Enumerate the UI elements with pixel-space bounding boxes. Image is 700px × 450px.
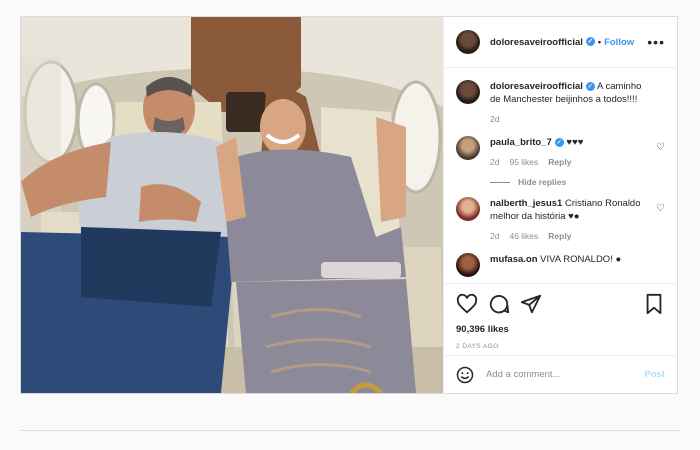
comment-avatar[interactable] — [456, 136, 480, 160]
comment-username[interactable]: mufasa.on — [490, 254, 538, 265]
post-photo[interactable] — [21, 17, 443, 393]
photo-cabin-scene — [21, 17, 443, 393]
post-timestamp[interactable]: 2 DAYS AGO — [456, 343, 665, 350]
post-comment-button[interactable]: Post — [644, 369, 665, 380]
share-paper-plane-icon[interactable] — [520, 293, 542, 315]
comment-age[interactable]: 2d — [490, 157, 499, 167]
comment-username[interactable]: paula_brito_7 — [490, 137, 552, 148]
comment-text: VIVA RONALDO! ● — [540, 254, 622, 265]
like-heart-icon[interactable] — [456, 293, 478, 315]
comment-text: ♥♥♥ — [566, 137, 584, 148]
add-comment-bar: Post — [444, 355, 677, 393]
action-icons — [456, 292, 665, 316]
reply-button[interactable]: Reply — [548, 157, 571, 167]
comment-meta: 2d 95 likes Reply — [490, 156, 650, 169]
caption-body: doloresaveiroofficial ✓ A caminho de Manc… — [490, 80, 650, 126]
separator-dot: • — [597, 36, 602, 47]
comment-item: nalberth_jesus1 Cristiano Ronaldo melhor… — [456, 197, 665, 243]
comment-body: mufasa.on VIVA RONALDO! ● — [490, 253, 650, 277]
author-avatar[interactable] — [456, 30, 480, 54]
comment-bubble-icon[interactable] — [488, 293, 510, 315]
verified-badge-icon: ✓ — [585, 81, 595, 91]
caption-username[interactable]: doloresaveiroofficial — [490, 81, 583, 92]
more-options-icon[interactable]: ••• — [647, 34, 665, 50]
comment-meta: 2d 46 likes Reply — [490, 230, 650, 243]
verified-badge-icon: ✓ — [585, 37, 595, 47]
reply-button[interactable]: Reply — [548, 231, 571, 241]
comment-avatar[interactable] — [456, 253, 480, 277]
comment-likes[interactable]: 95 likes — [509, 157, 538, 167]
author-username[interactable]: doloresaveiroofficial ✓ • Follow — [490, 37, 634, 48]
caption-avatar[interactable] — [456, 80, 480, 104]
comments-list[interactable]: doloresaveiroofficial ✓ A caminho de Manc… — [444, 68, 677, 283]
post-card: doloresaveiroofficial ✓ • Follow ••• dolore… — [20, 16, 678, 394]
comment-like-heart-icon[interactable]: ♡ — [656, 142, 665, 153]
post-side-panel: doloresaveiroofficial ✓ • Follow ••• dolore… — [443, 17, 677, 393]
author-username-text[interactable]: doloresaveiroofficial — [490, 37, 583, 48]
emoji-smiley-icon[interactable] — [456, 366, 474, 384]
comment-like-heart-icon[interactable]: ♡ — [656, 203, 665, 214]
comment-age[interactable]: 2d — [490, 231, 499, 241]
comment-likes[interactable]: 46 likes — [509, 231, 538, 241]
verified-badge-icon: ✓ — [554, 137, 564, 147]
comment-username[interactable]: nalberth_jesus1 — [490, 198, 562, 209]
comment-body: paula_brito_7 ✓ ♥♥♥ 2d 95 likes Reply — [490, 136, 650, 169]
add-comment-input[interactable] — [484, 368, 638, 381]
follow-button[interactable]: Follow — [604, 37, 634, 48]
page-divider — [20, 430, 680, 431]
comment-item: mufasa.on VIVA RONALDO! ● — [456, 253, 665, 277]
hide-replies-button[interactable]: Hide replies — [490, 177, 665, 187]
bookmark-icon[interactable] — [643, 293, 665, 315]
post-header: doloresaveiroofficial ✓ • Follow ••• — [444, 17, 677, 68]
caption-meta: 2d — [490, 113, 650, 126]
comment-avatar[interactable] — [456, 197, 480, 221]
caption-age[interactable]: 2d — [490, 114, 499, 124]
comment-item: paula_brito_7 ✓ ♥♥♥ 2d 95 likes Reply ♡ — [456, 136, 665, 169]
caption: doloresaveiroofficial ✓ A caminho de Manc… — [456, 80, 665, 126]
comment-body: nalberth_jesus1 Cristiano Ronaldo melhor… — [490, 197, 650, 243]
likes-count[interactable]: 90,396 likes — [456, 324, 665, 335]
